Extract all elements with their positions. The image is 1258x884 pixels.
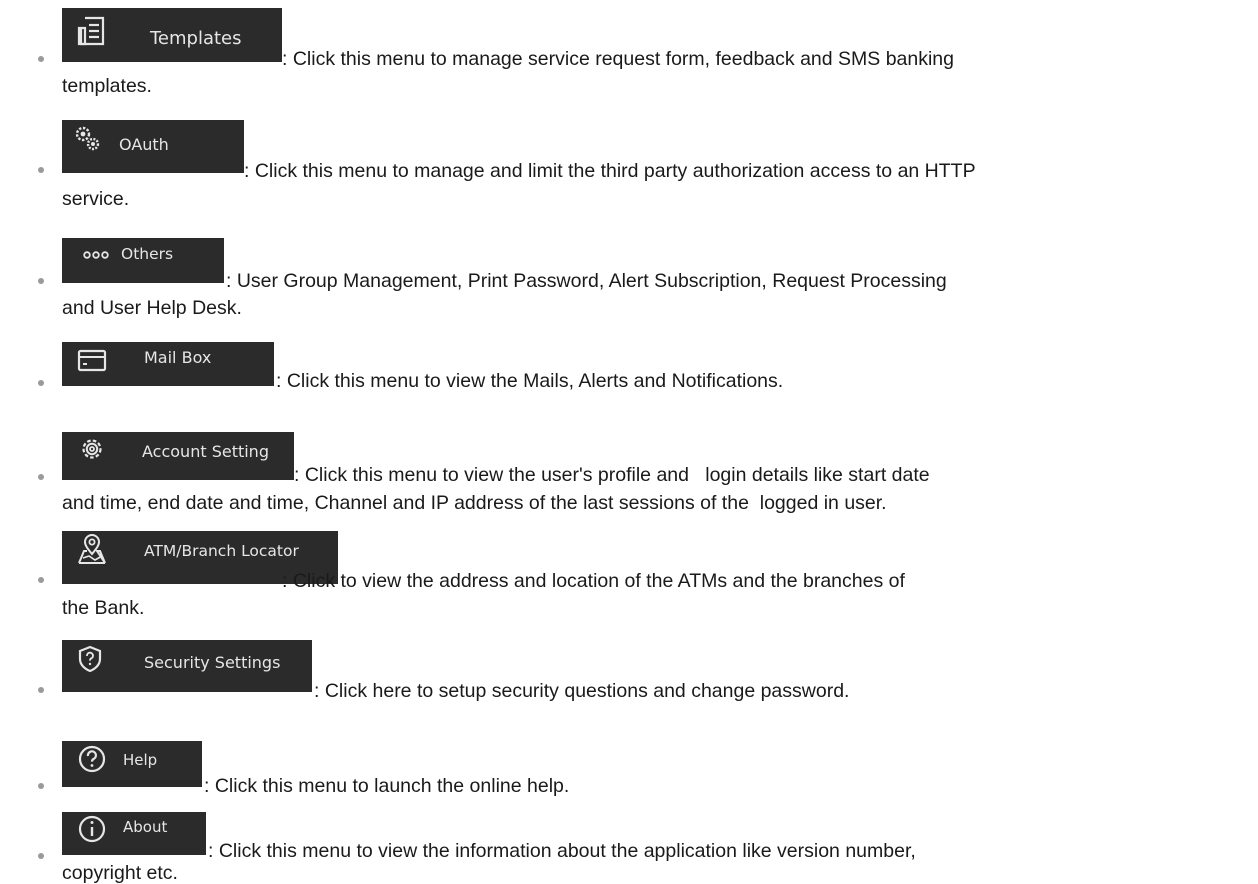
oauth-menu-button[interactable]: OAuth: [62, 120, 244, 173]
templates-menu-button[interactable]: Templates: [62, 8, 282, 62]
about-menu-button[interactable]: About: [62, 812, 206, 855]
description-line: : Click this menu to manage service requ…: [282, 48, 954, 70]
description-line: and User Help Desk.: [62, 297, 242, 319]
description-line: : Click to view the address and location…: [282, 570, 905, 592]
description-line: copyright etc.: [62, 862, 178, 884]
map-pin-icon: [76, 534, 108, 566]
description-line: : Click this menu to view the informatio…: [208, 840, 916, 862]
help-menu-button[interactable]: Help: [62, 741, 202, 787]
menu-label: Mail Box: [144, 348, 212, 367]
bullet: [38, 474, 44, 480]
description-line: : Click this menu to launch the online h…: [204, 775, 570, 797]
info-circle-icon: [77, 814, 107, 844]
description-line: templates.: [62, 75, 152, 97]
gears-icon: [73, 124, 101, 152]
description-line: the Bank.: [62, 597, 145, 619]
bullet: [38, 687, 44, 693]
account-setting-menu-button[interactable]: Account Setting: [62, 432, 294, 480]
help-circle-icon: [77, 744, 107, 774]
bullet: [38, 278, 44, 284]
menu-label: Security Settings: [144, 653, 281, 672]
menu-label: Templates: [150, 28, 242, 49]
ellipsis-icon: [83, 251, 109, 259]
menu-label: Help: [123, 751, 158, 769]
description-line: service.: [62, 188, 130, 210]
bullet: [38, 577, 44, 583]
menu-label: ATM/Branch Locator: [144, 542, 299, 560]
bullet: [38, 853, 44, 859]
mailbox-icon: [77, 349, 107, 373]
bullet: [38, 56, 44, 62]
menu-label: OAuth: [119, 135, 169, 154]
description-line: : Click this menu to view the user's pro…: [294, 464, 930, 486]
menu-label: About: [123, 818, 168, 836]
shield-question-icon: [77, 645, 103, 673]
gear-icon: [78, 435, 106, 463]
description-line: : Click here to setup security questions…: [314, 680, 850, 702]
security-settings-menu-button[interactable]: Security Settings: [62, 640, 312, 692]
description-line: : User Group Management, Print Password,…: [226, 270, 947, 292]
mailbox-menu-button[interactable]: Mail Box: [62, 342, 274, 386]
menu-label: Others: [121, 245, 174, 263]
bullet: [38, 167, 44, 173]
bullet: [38, 783, 44, 789]
description-line: : Click this menu to manage and limit th…: [244, 160, 976, 182]
document-icon: [77, 14, 107, 48]
description-line: and time, end date and time, Channel and…: [62, 492, 887, 514]
description-line: : Click this menu to view the Mails, Ale…: [276, 370, 784, 392]
menu-label: Account Setting: [142, 442, 269, 461]
others-menu-button[interactable]: Others: [62, 238, 224, 283]
bullet: [38, 380, 44, 386]
